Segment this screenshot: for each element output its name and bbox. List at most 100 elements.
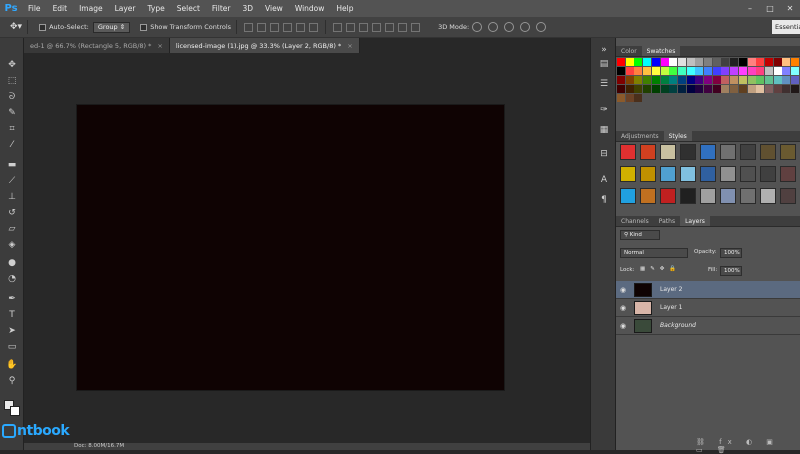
color-swatch[interactable] xyxy=(704,85,712,93)
color-swatch[interactable] xyxy=(643,67,652,75)
collapse-icon[interactable]: » xyxy=(597,44,611,56)
color-swatch[interactable] xyxy=(773,67,782,75)
color-swatch[interactable] xyxy=(625,58,634,66)
style-preset[interactable] xyxy=(620,144,636,160)
align-center-icon[interactable] xyxy=(296,22,306,32)
color-swatch[interactable] xyxy=(695,76,704,84)
color-swatch[interactable] xyxy=(651,58,660,66)
color-swatch[interactable] xyxy=(686,58,695,66)
color-swatch[interactable] xyxy=(738,67,747,75)
color-swatch[interactable] xyxy=(747,67,756,75)
zoom-icon[interactable]: ⚲ xyxy=(5,374,19,387)
color-swatch[interactable] xyxy=(712,85,721,93)
history-panel-icon[interactable]: ▤ xyxy=(597,58,611,70)
color-swatch[interactable] xyxy=(782,76,791,84)
color-swatch[interactable] xyxy=(660,85,669,93)
close-window-button[interactable]: ✕ xyxy=(780,0,800,17)
color-swatch[interactable] xyxy=(625,76,634,84)
layer-actions-icon[interactable]: ⛓ fx ◐ ▣ ▭ 🗑 xyxy=(696,438,796,454)
color-swatch[interactable] xyxy=(617,85,625,93)
menu-help[interactable]: Help xyxy=(330,0,359,17)
color-swatch[interactable] xyxy=(764,58,773,66)
color-swatch[interactable] xyxy=(617,67,625,75)
style-preset[interactable] xyxy=(700,166,716,182)
tab-paths[interactable]: Paths xyxy=(654,216,680,226)
align-middle-icon[interactable] xyxy=(257,22,267,32)
color-swatch[interactable] xyxy=(669,85,678,93)
color-swatch[interactable] xyxy=(730,67,739,75)
3d-slide-icon[interactable] xyxy=(520,22,531,32)
color-swatch[interactable] xyxy=(651,76,660,84)
style-preset[interactable] xyxy=(740,188,756,204)
menu-image[interactable]: Image xyxy=(73,0,109,17)
color-swatch[interactable] xyxy=(651,67,660,75)
color-swatch[interactable] xyxy=(791,58,799,66)
color-swatch[interactable] xyxy=(669,58,678,66)
brush-icon[interactable]: ⟋ xyxy=(5,174,19,187)
menu-filter[interactable]: Filter xyxy=(206,0,237,17)
color-swatch[interactable] xyxy=(782,85,791,93)
brush-presets-icon[interactable]: ▦ xyxy=(597,124,611,136)
color-swatch[interactable] xyxy=(738,58,747,66)
menu-select[interactable]: Select xyxy=(171,0,206,17)
close-icon[interactable]: × xyxy=(157,42,162,50)
layer-row[interactable]: ◉ Layer 2 xyxy=(616,281,800,299)
color-swatch[interactable] xyxy=(721,67,730,75)
color-swatch[interactable] xyxy=(747,58,756,66)
color-swatch[interactable] xyxy=(773,58,782,66)
menu-file[interactable]: File xyxy=(22,0,47,17)
color-swatch[interactable] xyxy=(634,67,643,75)
menu-layer[interactable]: Layer xyxy=(109,0,142,17)
tab-swatches[interactable]: Swatches xyxy=(641,46,681,56)
style-preset[interactable] xyxy=(620,188,636,204)
style-preset[interactable] xyxy=(700,188,716,204)
color-swatch[interactable] xyxy=(686,76,695,84)
distribute-center-icon[interactable] xyxy=(385,22,395,32)
color-swatch[interactable] xyxy=(756,85,765,93)
color-swatch[interactable] xyxy=(695,67,704,75)
style-preset[interactable] xyxy=(720,144,736,160)
color-swatch[interactable] xyxy=(791,67,799,75)
style-preset[interactable] xyxy=(640,144,656,160)
swatch-grid[interactable] xyxy=(616,58,800,118)
style-preset[interactable] xyxy=(660,144,676,160)
menu-type[interactable]: Type xyxy=(142,0,171,17)
blend-mode-dropdown[interactable]: Normal xyxy=(620,248,688,258)
tab-document-1[interactable]: ed-1 @ 66.7% (Rectangle 5, RGB/8) * × xyxy=(24,38,170,53)
color-swatch[interactable] xyxy=(747,76,756,84)
crop-icon[interactable]: ⌗ xyxy=(5,122,19,135)
style-preset[interactable] xyxy=(640,166,656,182)
distribute-middle-icon[interactable] xyxy=(346,22,356,32)
background-color-swatch[interactable] xyxy=(10,406,20,416)
move-icon[interactable]: ✥ xyxy=(5,58,19,71)
distribute-right-icon[interactable] xyxy=(398,22,408,32)
color-swatch[interactable] xyxy=(643,58,652,66)
color-swatch[interactable] xyxy=(721,76,730,84)
eyedropper-icon[interactable]: ⁄ xyxy=(5,138,19,151)
color-swatch[interactable] xyxy=(712,67,721,75)
auto-select-dropdown[interactable]: Group ⇕ xyxy=(92,21,131,33)
color-swatch[interactable] xyxy=(704,58,712,66)
color-swatch[interactable] xyxy=(764,85,773,93)
style-preset[interactable] xyxy=(720,166,736,182)
color-swatch[interactable] xyxy=(773,85,782,93)
color-swatch[interactable] xyxy=(677,58,686,66)
visibility-eye-icon[interactable]: ◉ xyxy=(616,286,630,294)
3d-rotate-icon[interactable] xyxy=(472,22,483,32)
lock-options-icon[interactable]: ▦✎✥🔒 xyxy=(640,266,681,272)
shape-icon[interactable]: ▭ xyxy=(5,340,19,353)
color-swatch[interactable] xyxy=(677,76,686,84)
style-preset[interactable] xyxy=(660,166,676,182)
visibility-eye-icon[interactable]: ◉ xyxy=(616,322,630,330)
layer-filter-dropdown[interactable]: ⚲ Kind xyxy=(620,230,660,240)
style-preset[interactable] xyxy=(760,166,776,182)
path-select-icon[interactable]: ➤ xyxy=(5,324,19,337)
dodge-icon[interactable]: ◔ xyxy=(5,272,19,285)
style-grid[interactable] xyxy=(616,144,800,210)
style-preset[interactable] xyxy=(680,166,696,182)
color-swatch[interactable] xyxy=(617,76,625,84)
color-swatch[interactable] xyxy=(756,58,765,66)
align-top-icon[interactable] xyxy=(244,22,254,32)
style-preset[interactable] xyxy=(760,188,776,204)
lasso-icon[interactable]: ᘐ xyxy=(5,90,19,103)
